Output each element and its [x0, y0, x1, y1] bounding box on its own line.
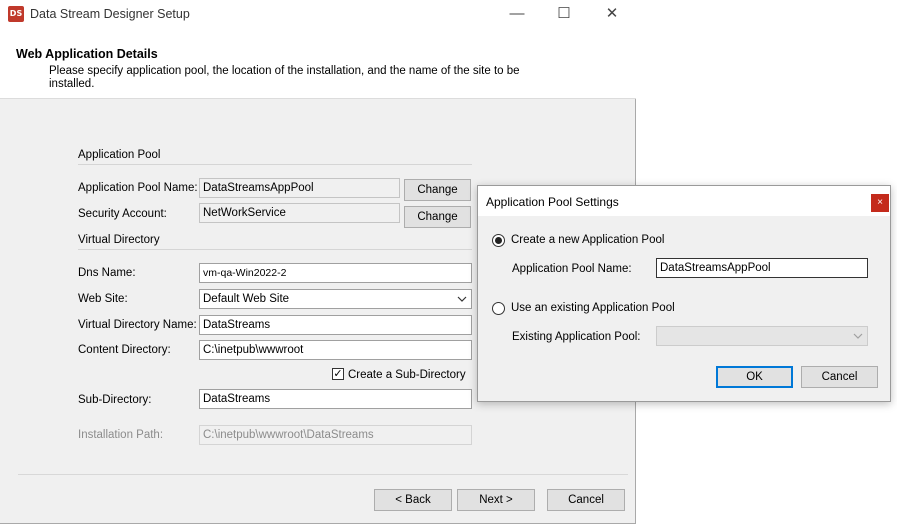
installation-path-field: C:\inetpub\wwwroot\DataStreams: [199, 425, 472, 445]
title-bar: DS Data Stream Designer Setup — ☐ ✕: [0, 0, 636, 30]
dialog-title-bar: Application Pool Settings ×: [478, 186, 890, 216]
dns-name-field[interactable]: vm-qa-Win2022-2: [199, 263, 472, 283]
ok-button[interactable]: OK: [716, 366, 793, 388]
content-directory-field[interactable]: C:\inetpub\wwwroot: [199, 340, 472, 360]
dialog-pool-name-field[interactable]: DataStreamsAppPool: [656, 258, 868, 278]
web-site-select[interactable]: Default Web Site: [199, 289, 472, 309]
dialog-cancel-button[interactable]: Cancel: [801, 366, 878, 388]
create-subdirectory-label: Create a Sub-Directory: [348, 369, 466, 381]
app-pool-name-label: Application Pool Name:: [78, 182, 198, 194]
section-divider: [78, 249, 472, 250]
back-button[interactable]: < Back: [374, 489, 452, 511]
sub-directory-label: Sub-Directory:: [78, 394, 152, 406]
change-security-account-button[interactable]: Change: [404, 206, 471, 228]
app-pool-name-field: DataStreamsAppPool: [199, 178, 400, 198]
cancel-button[interactable]: Cancel: [547, 489, 625, 511]
use-existing-pool-label: Use an existing Application Pool: [511, 302, 675, 314]
existing-pool-label: Existing Application Pool:: [512, 331, 641, 343]
chevron-down-icon: [853, 327, 863, 345]
page-title: Web Application Details: [16, 47, 158, 61]
web-site-selected-value: Default Web Site: [203, 293, 290, 305]
close-icon[interactable]: ✕: [589, 0, 635, 30]
dialog-pool-name-label: Application Pool Name:: [512, 263, 632, 275]
section-application-pool: Application Pool: [78, 149, 161, 161]
next-button[interactable]: Next >: [457, 489, 535, 511]
use-existing-pool-radio[interactable]: [492, 302, 505, 315]
page-description: Please specify application pool, the loc…: [49, 65, 520, 90]
page-header: Web Application Details Please specify a…: [0, 30, 636, 99]
virtual-directory-name-label: Virtual Directory Name:: [78, 319, 197, 331]
create-new-pool-label: Create a new Application Pool: [511, 234, 665, 246]
radio-selected-dot: [495, 237, 502, 244]
section-virtual-directory: Virtual Directory: [78, 234, 160, 246]
footer-divider: [18, 474, 628, 475]
content-directory-label: Content Directory:: [78, 344, 171, 356]
change-app-pool-button[interactable]: Change: [404, 179, 471, 201]
create-subdirectory-checkbox[interactable]: ✓: [332, 368, 344, 380]
minimize-icon[interactable]: —: [494, 0, 540, 30]
sub-directory-field[interactable]: DataStreams: [199, 389, 472, 409]
maximize-icon[interactable]: ☐: [541, 0, 587, 30]
app-logo-icon: DS: [8, 6, 24, 22]
dns-name-label: Dns Name:: [78, 267, 136, 279]
security-account-field: NetWorkService: [199, 203, 400, 223]
section-divider: [78, 164, 472, 165]
create-new-pool-radio[interactable]: [492, 234, 505, 247]
checkmark-icon: ✓: [333, 368, 343, 380]
window-title: Data Stream Designer Setup: [30, 7, 190, 21]
chevron-down-icon: [457, 290, 467, 308]
dialog-close-icon[interactable]: ×: [871, 194, 889, 212]
dialog-title: Application Pool Settings: [486, 195, 619, 209]
web-site-label: Web Site:: [78, 293, 128, 305]
virtual-directory-name-field[interactable]: DataStreams: [199, 315, 472, 335]
existing-pool-select: [656, 326, 868, 346]
security-account-label: Security Account:: [78, 208, 167, 220]
application-pool-settings-dialog: Application Pool Settings × Create a new…: [477, 185, 891, 402]
installation-path-label: Installation Path:: [78, 429, 164, 441]
